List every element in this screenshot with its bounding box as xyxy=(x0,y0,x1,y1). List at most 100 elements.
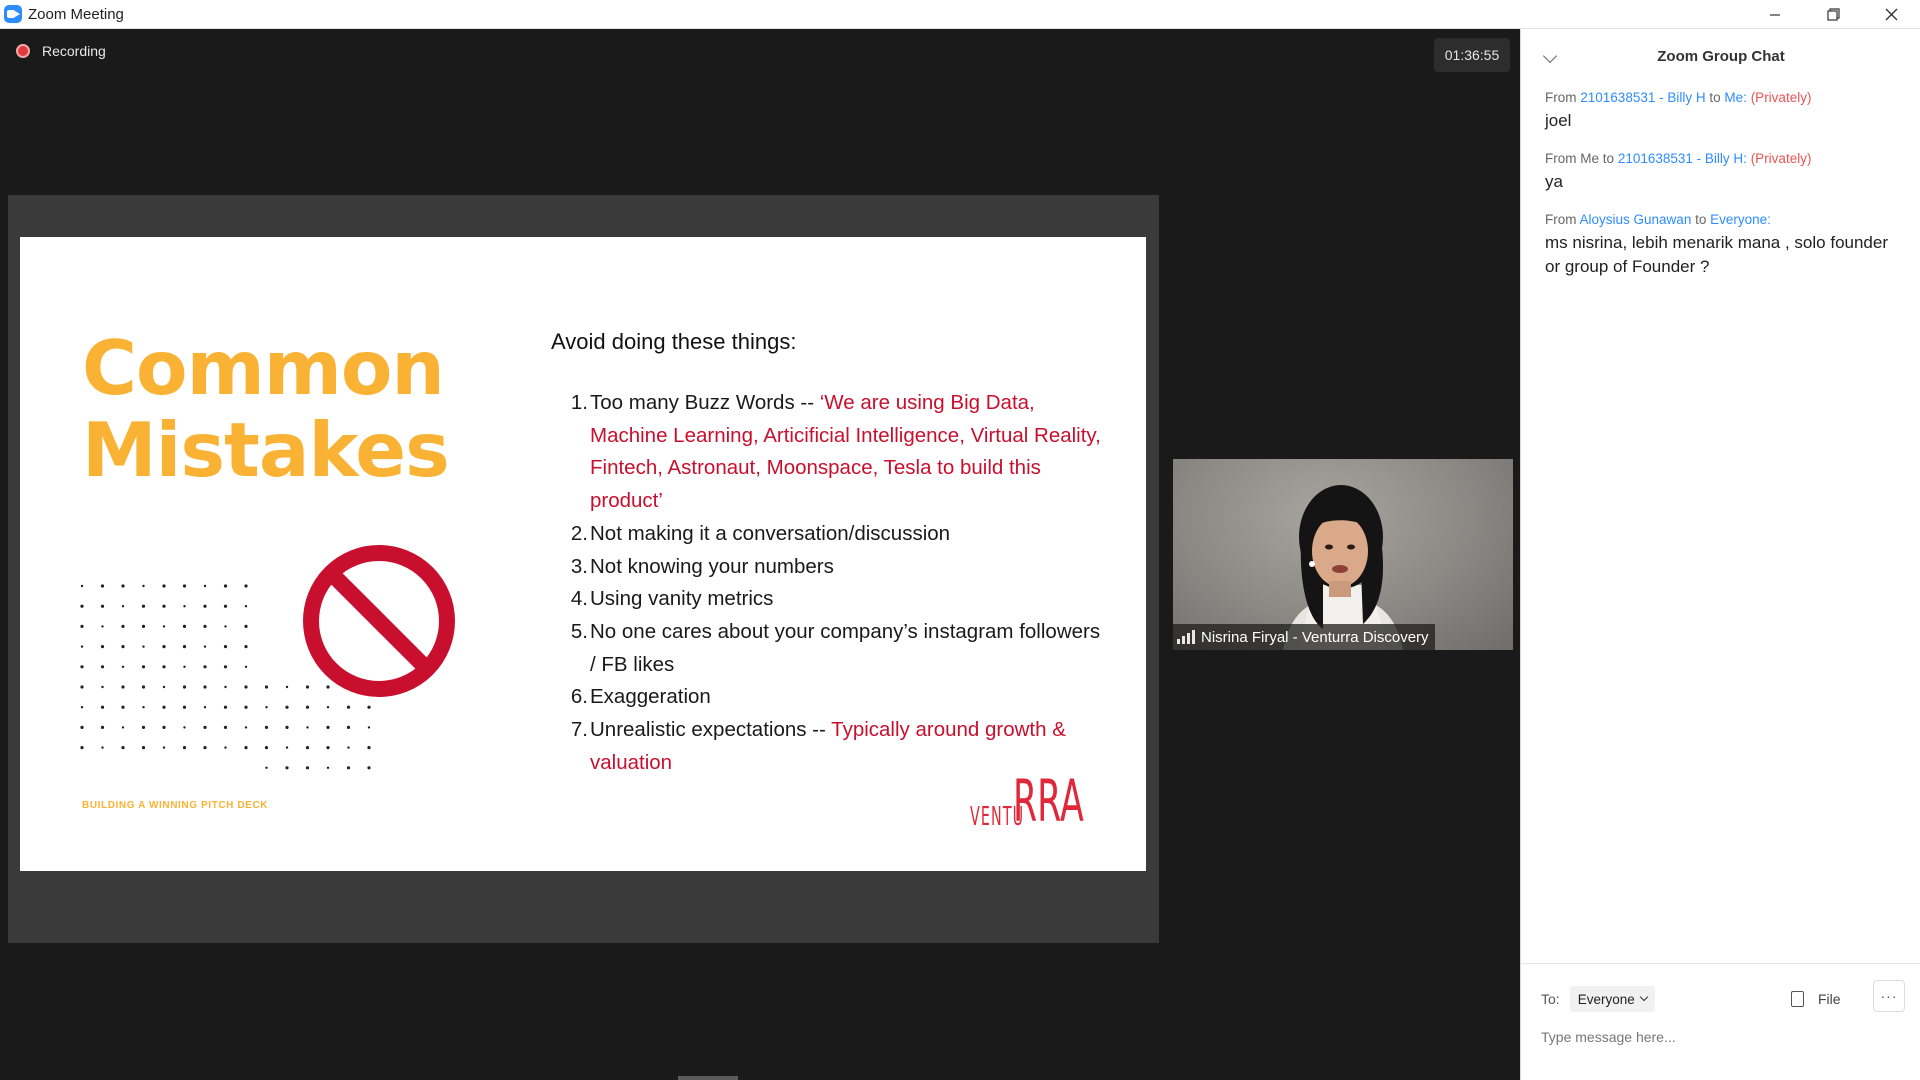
minimize-icon xyxy=(1770,13,1780,16)
mistake-number: 5. xyxy=(570,619,588,643)
decor-dot xyxy=(121,665,125,668)
mistake-text: Too many Buzz Words -- ‘We are using Big… xyxy=(588,387,1104,518)
chevron-down-icon xyxy=(1639,992,1648,1002)
minimize-button[interactable] xyxy=(1746,0,1804,29)
mistake-text-plain: No one cares about your company’s instag… xyxy=(590,619,1101,676)
mistake-text-plain: Not making it a conversation/discussion xyxy=(590,521,951,545)
decor-dot xyxy=(141,665,146,669)
participant-video[interactable]: Nisrina Firyal - Venturra Discovery xyxy=(1173,459,1513,650)
signal-strength-icon xyxy=(1177,630,1195,644)
decor-dot xyxy=(121,726,125,729)
mistake-text: Not knowing your numbers xyxy=(588,551,834,584)
presentation-slide: Common Mistakes BUILDING A WINNING PITCH… xyxy=(20,237,1146,871)
mistake-text: Using vanity metrics xyxy=(588,583,773,616)
mistake-item: 6. Exaggeration xyxy=(564,681,1104,714)
share-scroll-indicator[interactable] xyxy=(678,1076,738,1080)
mistake-text-plain: Unrealistic expectations -- xyxy=(590,718,832,742)
decor-dot xyxy=(80,624,84,628)
chat-footer: To: Everyone File ··· xyxy=(1521,963,1920,1080)
decor-dot xyxy=(244,645,248,649)
decor-dot xyxy=(223,604,228,608)
mistake-number: 2. xyxy=(570,521,588,545)
decor-dot xyxy=(182,746,187,750)
decor-dot xyxy=(326,766,330,769)
decor-dot xyxy=(80,584,84,588)
decor-dot xyxy=(306,726,309,729)
chat-private-label: (Privately) xyxy=(1750,90,1812,105)
recording-indicator[interactable]: Recording xyxy=(16,43,106,59)
chat-message-meta: From 2101638531 - Billy H to Me: (Privat… xyxy=(1545,89,1895,107)
decor-dot xyxy=(142,584,145,588)
decor-dot xyxy=(142,706,145,709)
decor-dot xyxy=(182,705,187,709)
decor-dot xyxy=(121,624,125,628)
more-options-button[interactable]: ··· xyxy=(1873,980,1905,1012)
chat-message-text: ya xyxy=(1545,172,1563,191)
window-controls xyxy=(1746,0,1920,29)
chevron-down-icon[interactable] xyxy=(1542,48,1558,64)
decor-dot xyxy=(326,746,330,750)
decor-dot xyxy=(285,685,289,689)
restore-button[interactable] xyxy=(1804,0,1862,29)
decor-dot xyxy=(162,665,166,669)
decor-dot xyxy=(101,746,104,749)
chat-recipient[interactable]: 2101638531 - Billy H: xyxy=(1618,151,1747,166)
meeting-area: Recording 01:36:55 Common Mistakes BUILD… xyxy=(0,29,1520,1080)
mistake-text-plain: Not knowing your numbers xyxy=(590,554,834,578)
title-bar: Zoom Meeting xyxy=(0,0,1920,29)
decor-dot xyxy=(203,665,207,669)
mistake-item: 2. Not making it a conversation/discussio… xyxy=(564,518,1104,551)
chat-sender[interactable]: Me xyxy=(1580,151,1599,166)
chat-panel: Zoom Group Chat From 2101638531 - Billy … xyxy=(1520,29,1920,1080)
mistake-number: 6. xyxy=(570,685,588,709)
message-input[interactable] xyxy=(1541,1024,1901,1050)
decor-dot xyxy=(121,645,125,649)
recipient-row: To: Everyone xyxy=(1541,986,1655,1012)
decor-dot xyxy=(80,604,84,608)
decor-dot xyxy=(203,604,207,608)
slide-title-line2: Mistakes xyxy=(82,406,450,494)
decor-dot xyxy=(183,726,186,729)
decor-dot xyxy=(305,746,310,750)
decor-dot xyxy=(203,584,207,588)
chat-message: From 2101638531 - Billy H to Me: (Privat… xyxy=(1545,89,1895,133)
file-label: File xyxy=(1818,991,1841,1007)
chat-recipient[interactable]: Everyone: xyxy=(1710,212,1771,227)
participant-name: Nisrina Firyal - Venturra Discovery xyxy=(1201,628,1429,646)
chat-message: From Me to 2101638531 - Billy H: (Privat… xyxy=(1545,150,1895,194)
zoom-app-icon xyxy=(4,5,22,23)
decor-dot xyxy=(224,685,227,689)
mistake-text: Exaggeration xyxy=(588,681,711,714)
chat-message-list: From 2101638531 - Billy H to Me: (Privat… xyxy=(1545,89,1895,296)
mistake-text-plain: Too many Buzz Words -- xyxy=(590,391,820,414)
slide-heading: Avoid doing these things: xyxy=(551,329,797,354)
close-button[interactable] xyxy=(1862,0,1920,29)
deck-label: BUILDING A WINNING PITCH DECK xyxy=(82,800,269,811)
chat-sender[interactable]: 2101638531 - Billy H xyxy=(1580,90,1705,105)
decor-dot xyxy=(121,584,125,588)
decor-dot xyxy=(203,725,207,729)
decor-dot xyxy=(162,705,166,709)
chat-title: Zoom Group Chat xyxy=(1657,48,1785,65)
decor-dot xyxy=(141,604,146,608)
mistake-number: 3. xyxy=(570,554,588,578)
chat-sender[interactable]: Aloysius Gunawan xyxy=(1580,212,1692,227)
decor-dot xyxy=(244,665,248,668)
recipient-dropdown[interactable]: Everyone xyxy=(1569,986,1655,1012)
chat-recipient[interactable]: Me: xyxy=(1724,90,1747,105)
close-icon xyxy=(1885,8,1897,21)
mistake-text-plain: Exaggeration xyxy=(590,685,711,709)
decor-dot xyxy=(367,766,371,770)
decor-dot xyxy=(367,705,371,709)
file-button[interactable]: File xyxy=(1791,986,1841,1012)
chat-message-meta: From Me to 2101638531 - Billy H: (Privat… xyxy=(1545,150,1895,168)
decor-dot xyxy=(244,705,248,709)
chat-to-label: to xyxy=(1695,212,1707,227)
recipient-value: Everyone xyxy=(1577,991,1635,1007)
chat-from-label: From xyxy=(1545,90,1577,105)
decor-dot xyxy=(223,645,228,649)
decor-dot xyxy=(162,746,166,749)
decor-dot xyxy=(100,584,105,588)
mistake-number: 1. xyxy=(570,391,588,414)
decor-dot xyxy=(346,725,351,729)
